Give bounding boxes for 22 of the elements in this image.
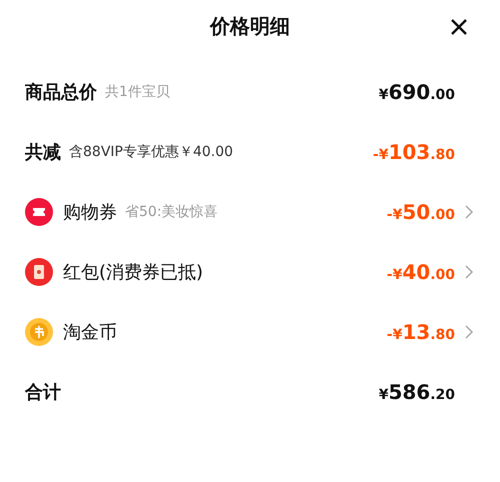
ticket-icon [25, 198, 53, 226]
price: -¥103.80 [372, 140, 455, 164]
row-label: 合计 [25, 381, 61, 404]
row-label: 红包(消费券已抵) [63, 261, 204, 284]
chevron-icon[interactable] [463, 265, 475, 279]
row-label: 共减 [25, 141, 61, 164]
dialog-title: 价格明细 [210, 12, 290, 40]
price: -¥40.00 [386, 260, 455, 284]
row-note: 省50:美妆惊喜 [125, 203, 218, 221]
price: -¥50.00 [386, 200, 455, 224]
row-label: 淘金币 [63, 321, 117, 344]
row-note: 共1件宝贝 [105, 83, 170, 101]
chevron-icon[interactable] [463, 205, 475, 219]
row-label: 商品总价 [25, 81, 97, 104]
price: ¥586.20 [378, 380, 455, 404]
row-note: 含88VIP专享优惠￥40.00 [69, 143, 234, 161]
price: ¥690.00 [378, 80, 455, 104]
price: -¥13.80 [386, 320, 455, 344]
coin-icon [25, 318, 53, 346]
chevron-icon[interactable] [463, 325, 475, 339]
envelope-icon [25, 258, 53, 286]
row-label: 购物券 [63, 201, 117, 224]
